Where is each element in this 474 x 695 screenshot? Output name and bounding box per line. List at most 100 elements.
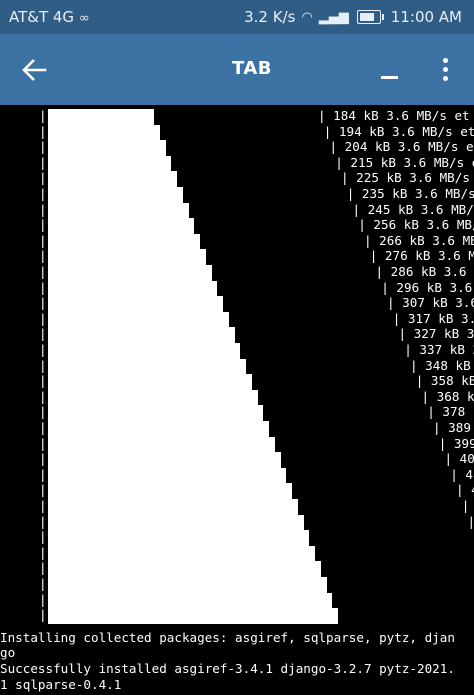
- progress-bar-fill: [48, 311, 229, 328]
- progress-status-text: | 225 kB 3.6 MB/s et: [341, 170, 470, 186]
- progress-left-border: |: [39, 576, 47, 591]
- progress-left-border: |: [39, 279, 47, 295]
- log-line: go: [0, 645, 16, 661]
- progress-status-text: | 348 kB 3.6 MB/s: [410, 357, 471, 373]
- minimize-button[interactable]: [372, 52, 406, 86]
- voicemail-icon: ∞: [78, 11, 90, 26]
- progress-status-text: | 266 kB 3.6 MB/s et: [364, 232, 474, 248]
- progress-status-text: | 317 kB 3.6 MB/s e: [392, 310, 474, 326]
- log-line: 1 sqlparse-0.4.1: [0, 676, 122, 692]
- app-bar: TAB: [0, 34, 474, 105]
- progress-bar-fill: [48, 561, 321, 578]
- network-speed: 3.2 K/s: [244, 8, 296, 26]
- progress-bar-fill: [48, 483, 292, 500]
- progress-left-border: |: [39, 295, 47, 311]
- progress-bar-fill: [48, 405, 264, 422]
- progress-bar-fill: [48, 265, 212, 282]
- progress-left-border: |: [39, 123, 47, 139]
- status-right: 3.2 K/s ◠ ▂▄▆ 11:00 AM: [244, 8, 462, 26]
- status-left: AT&T 4G ∞: [9, 8, 90, 26]
- progress-bar-fill: [48, 577, 327, 594]
- wifi-icon: ◠: [301, 9, 313, 25]
- terminal-output[interactable]: | | 184 kB 3.6 MB/s et | | 194 kB 3.6 MB/s …: [0, 105, 474, 695]
- progress-bar-fill: [48, 202, 189, 219]
- progress-left-border: |: [39, 342, 47, 357]
- progress-left-border: |: [39, 310, 47, 326]
- progress-left-border: |: [39, 154, 47, 170]
- progress-bar-fill: [48, 608, 338, 625]
- progress-status-text: | 184 kB 3.6 MB/s et: [318, 108, 470, 123]
- progress-left-border: |: [39, 498, 47, 513]
- status-bar: AT&T 4G ∞ 3.2 K/s ◠ ▂▄▆ 11:00 AM: [0, 0, 474, 34]
- progress-status-text: | 440 kB 3.6 MB/s: [461, 498, 470, 513]
- progress-left-border: |: [39, 326, 47, 342]
- progress-left-border: |: [39, 201, 47, 217]
- progress-bar-fill: [48, 155, 172, 172]
- progress-status-text: | 307 kB 3.6 MB/s e: [387, 295, 474, 311]
- progress-bar-fill: [48, 327, 235, 344]
- progress-status-text: | 409 kB 3.6 MB/s: [444, 451, 474, 467]
- progress-status-text: | 368 kB 3.6 MB/s: [421, 388, 474, 404]
- progress-bar-fill: [48, 343, 241, 360]
- progress-status-text: | 337 kB 3.6 MB/s: [404, 342, 474, 357]
- progress-left-border: |: [39, 420, 47, 435]
- progress-status-text: | 286 kB 3.6 MB/s e: [375, 264, 467, 279]
- progress-left-border: |: [39, 591, 47, 607]
- progress-status-text: | 194 kB 3.6 MB/s et: [323, 123, 474, 139]
- more-vert-icon: [442, 57, 448, 63]
- progress-left-border: |: [39, 108, 47, 123]
- progress-left-border: |: [39, 482, 47, 498]
- progress-left-border: |: [39, 264, 47, 279]
- progress-bar-fill: [48, 280, 218, 297]
- progress-status-text: | 204 kB 3.6 MB/s et: [329, 139, 474, 155]
- progress-bar-fill: [48, 187, 183, 204]
- progress-bar-fill: [48, 467, 287, 484]
- progress-left-border: |: [39, 451, 47, 467]
- progress-left-border: |: [39, 248, 47, 264]
- overflow-menu-button[interactable]: [430, 52, 460, 86]
- progress-status-text: | 296 kB 3.6 MB/s e: [381, 279, 473, 295]
- progress-left-border: |: [39, 435, 47, 451]
- progress-bar-fill: [48, 499, 298, 516]
- progress-left-border: |: [39, 388, 47, 404]
- progress-left-border: |: [39, 139, 47, 155]
- progress-left-border: |: [39, 404, 47, 420]
- progress-status-text: | 256 kB 3.6 MB/s et: [358, 217, 474, 233]
- progress-left-border: |: [39, 529, 47, 545]
- log-line: Successfully installed asgiref-3.4.1 dja…: [0, 661, 455, 676]
- progress-left-border: |: [39, 170, 47, 186]
- progress-bar-fill: [48, 530, 310, 547]
- progress-bar-fill: [48, 218, 195, 235]
- minimize-icon: [381, 76, 398, 79]
- signal-icon: ▂▄▆: [318, 9, 349, 25]
- progress-status-text: | 419 kB 3.6 MB/s: [450, 466, 474, 482]
- progress-bar-fill: [48, 296, 223, 313]
- progress-bar-fill: [48, 545, 315, 562]
- progress-status-text: | 430 kB 3.6 MB/s: [456, 482, 474, 498]
- progress-bar-fill: [48, 452, 281, 469]
- clock: 11:00 AM: [390, 8, 462, 26]
- progress-left-border: |: [39, 513, 47, 529]
- progress-bar-fill: [48, 109, 154, 126]
- progress-bar-fill: [48, 421, 269, 438]
- progress-bar-fill: [48, 374, 252, 391]
- carrier-label: AT&T 4G: [9, 8, 75, 26]
- progress-bar-fill: [48, 436, 275, 453]
- log-line: Installing collected packages: asgiref, …: [0, 629, 455, 645]
- progress-left-border: |: [39, 373, 47, 389]
- progress-status-text: | 358 kB 3.6 MB/s: [415, 373, 474, 389]
- battery-icon: [356, 10, 384, 24]
- progress-bar-fill: [48, 249, 206, 266]
- progress-bar-fill: [48, 592, 333, 609]
- progress-left-border: |: [39, 607, 47, 623]
- progress-left-border: |: [39, 560, 47, 576]
- progress-status-text: | 399 kB 3.6 MB/s: [438, 435, 474, 451]
- progress-left-border: |: [39, 466, 47, 482]
- progress-bar-fill: [48, 233, 200, 250]
- progress-bar-fill: [48, 171, 177, 188]
- progress-left-border: |: [39, 232, 47, 248]
- progress-status-text: | 389 kB 3.6 MB/s: [433, 420, 471, 435]
- progress-status-text: | 245 kB 3.6 MB/s et: [352, 201, 474, 217]
- progress-bar-fill: [48, 124, 160, 141]
- progress-status-text: | 327 kB 3.6 MB/s e: [398, 326, 474, 342]
